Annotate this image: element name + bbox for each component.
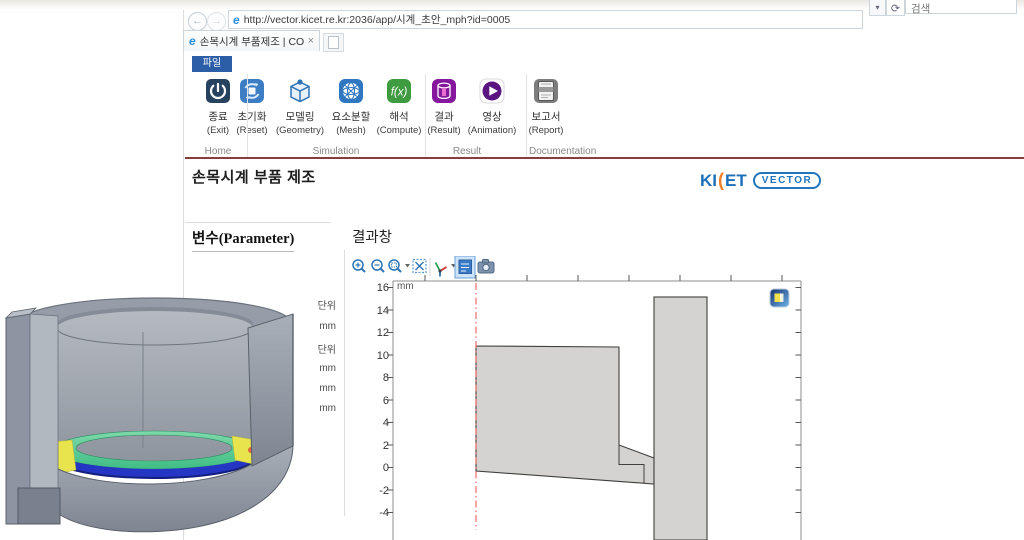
url-text: http://vector.kicet.re.kr:2036/app/시계_초안… (244, 12, 511, 27)
new-tab-button[interactable] (323, 33, 344, 52)
ie-icon: e (189, 35, 196, 47)
back-icon[interactable]: ← (188, 12, 207, 31)
url-dropdown-icon[interactable]: ▾ (869, 0, 886, 16)
ie-icon: e (233, 14, 240, 26)
zoom-box-icon[interactable] (389, 260, 401, 272)
geometry-cube-icon (285, 76, 315, 106)
y-tick-label: 4 (358, 417, 389, 429)
parameter-panel-heading: 변수(Parameter) (192, 227, 294, 252)
y-tick-label: 10 (358, 350, 389, 362)
comsol-badge-icon[interactable] (770, 289, 789, 307)
ribbon-group-separator (425, 74, 426, 157)
logo-text: KI (700, 171, 717, 191)
section-divider (185, 222, 331, 223)
unit-label: mm (300, 363, 336, 374)
axis-unit-label: mm (397, 281, 414, 292)
y-tick-label: 14 (358, 305, 389, 317)
y-tick-label: 12 (358, 327, 389, 339)
reset-icon (237, 76, 267, 106)
y-tick-label: 16 (358, 282, 389, 294)
fx-icon: f(x) (384, 76, 414, 106)
file-menu-button[interactable]: 파일 (192, 56, 232, 72)
new-tab-icon (328, 36, 339, 49)
refresh-icon[interactable]: ⟳ (886, 0, 905, 16)
zoom-in-icon[interactable] (353, 260, 365, 272)
3d-model-image (0, 292, 300, 540)
url-bar[interactable]: e http://vector.kicet.re.kr:2036/app/시계_… (228, 10, 863, 29)
tool-rectangle (654, 297, 707, 540)
animation-button[interactable]: 영상 (Animation) (464, 76, 520, 136)
tab-title: 손목시계 부품제조 | COMS... (200, 34, 304, 49)
unit-label: 단위 (300, 341, 336, 356)
y-tick-label: 8 (358, 372, 389, 384)
y-tick-label: 0 (358, 462, 389, 474)
browser-tab[interactable]: e 손목시계 부품제조 | COMS... × (183, 30, 320, 51)
group-label-home: Home (188, 146, 248, 157)
plot-canvas[interactable] (358, 272, 810, 540)
snapshot-camera-icon[interactable] (478, 260, 494, 274)
unit-label: 단위 (300, 297, 336, 312)
group-label-result: Result (427, 146, 507, 157)
y-tick-label: -4 (358, 507, 389, 519)
mesh-icon (336, 76, 366, 106)
logo-swoosh: ( (718, 170, 724, 191)
geometry-button[interactable]: 모델링 (Geometry) (272, 76, 328, 136)
forward-icon[interactable]: → (207, 12, 226, 31)
svg-text:f(x): f(x) (391, 87, 408, 99)
geometry-cross-section (476, 297, 707, 540)
ribbon-bottom-accent (185, 157, 1024, 159)
unit-label: mm (300, 403, 336, 414)
logo-text: ET (725, 171, 747, 191)
play-icon (477, 76, 507, 106)
group-label-simulation: Simulation (286, 146, 386, 157)
search-input[interactable]: 검색 (905, 0, 1017, 14)
screenshot-root: ← → e http://vector.kicet.re.kr:2036/app… (0, 0, 1024, 540)
panel-divider (344, 250, 345, 516)
y-tick-label: 6 (358, 395, 389, 407)
zoom-out-icon[interactable] (372, 260, 384, 272)
logo-vector-badge: VECTOR (753, 172, 822, 189)
group-label-documentation: Documentation (529, 146, 619, 157)
x-axis-ticks (425, 275, 782, 281)
unit-label: mm (300, 383, 336, 394)
chevron-down-icon[interactable] (405, 264, 410, 268)
kicet-vector-logo: KI(ET VECTOR (700, 170, 821, 191)
unit-label: mm (300, 321, 336, 332)
y-tick-label: -2 (358, 485, 389, 497)
result-panel-heading: 결과창 (352, 226, 392, 247)
ribbon-group-separator (526, 74, 527, 157)
y-tick-label: 2 (358, 440, 389, 452)
zoom-extents-icon[interactable] (413, 260, 426, 273)
close-tab-icon[interactable]: × (308, 35, 314, 47)
result-icon (429, 76, 459, 106)
report-icon (531, 76, 561, 106)
right-axis-ticks (796, 288, 802, 513)
page-title: 손목시계 부품 제조 (192, 166, 316, 187)
ribbon-group-separator (247, 74, 248, 157)
